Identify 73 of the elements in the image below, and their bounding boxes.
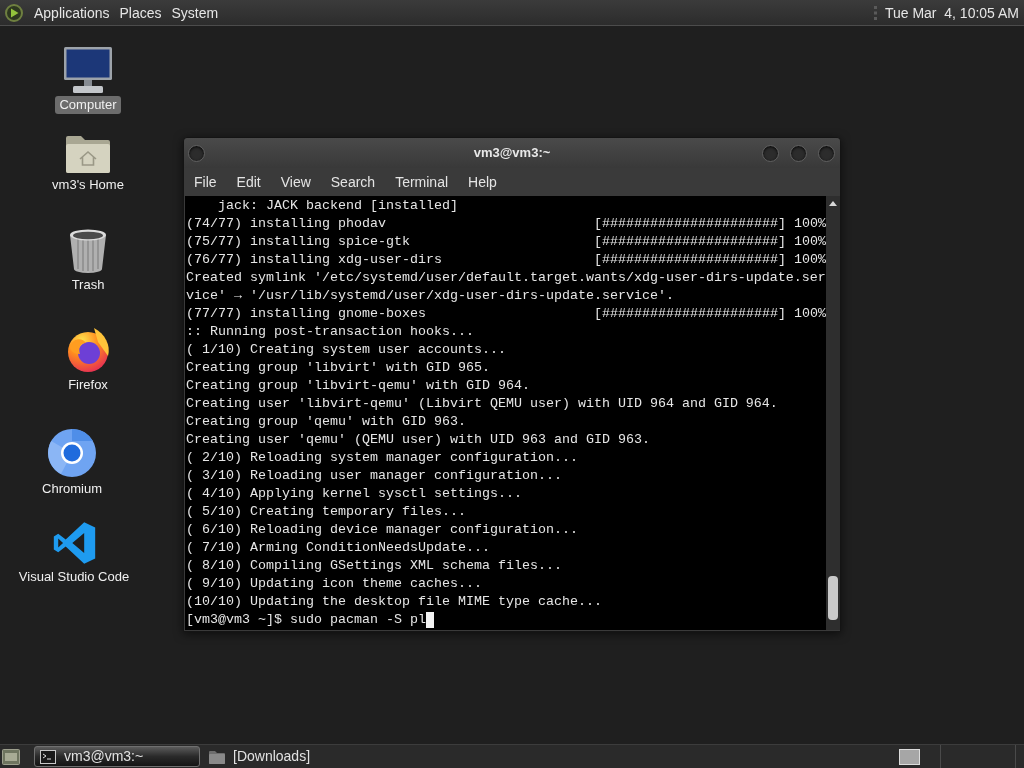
menu-item[interactable]: Edit — [226, 170, 271, 194]
menu-item[interactable]: Places — [114, 0, 167, 25]
terminal-line: ( 4/10) Applying kernel sysctl settings... — [186, 485, 523, 503]
terminal-line: :: Running post-transaction hooks... — [186, 323, 475, 341]
menu-item[interactable]: Help — [458, 170, 507, 194]
play-circle-icon[interactable] — [5, 3, 23, 22]
progress-text: [######################] — [594, 251, 786, 269]
terminal-line: ( 5/10) Creating temporary files... — [186, 503, 467, 521]
menu-item[interactable]: View — [270, 170, 321, 194]
grip-icon — [873, 4, 877, 21]
terminal-line: Creating user 'libvirt-qemu' (Libvirt QEMU user) with UID 964 and GID 964. — [186, 395, 779, 413]
maximize-button[interactable] — [790, 144, 807, 162]
workspace-switcher[interactable] — [899, 748, 920, 765]
menu-item[interactable]: Terminal — [385, 170, 459, 194]
desktop-icon-label[interactable]: Firefox — [64, 376, 112, 394]
window-menu-button[interactable] — [188, 144, 205, 162]
terminal-line: Creating group 'libvirt-qemu' with GID 964. — [186, 377, 531, 395]
vscode-icon[interactable] — [51, 521, 97, 565]
menu-item[interactable]: File — [184, 170, 227, 194]
desktop-icon-label[interactable]: Trash — [67, 276, 109, 294]
trash-bin-icon[interactable] — [69, 229, 107, 273]
terminal-line: Creating user 'qemu' (QEMU user) with UID 963 and GID 963. — [186, 431, 651, 449]
desktop-icon — [2, 748, 20, 765]
terminal-line: vice' → '/usr/lib/systemd/user/xdg-user-dirs-update.service'. — [186, 287, 675, 305]
chromium-icon[interactable] — [48, 429, 96, 477]
percent-text: 100% — [793, 251, 826, 269]
terminal-line: Creating group 'qemu' with GID 963. — [186, 413, 467, 431]
folder-icon — [209, 749, 225, 764]
minimize-button[interactable] — [762, 144, 779, 162]
cursor-icon — [425, 612, 434, 628]
terminal-line: (76/77) installing xdg-user-dirs — [186, 251, 443, 269]
home-folder-icon[interactable] — [66, 135, 110, 173]
show-desktop-button[interactable] — [2, 747, 20, 766]
percent-text: 100% — [793, 215, 826, 233]
terminal-line: ( 3/10) Reloading user manager configuration... — [186, 467, 563, 485]
desktop-icon-label[interactable]: Computer — [55, 96, 121, 114]
progress-text: [######################] — [594, 305, 786, 323]
scroll-up-arrow-icon[interactable] — [829, 201, 837, 206]
taskbar-button[interactable]: [Downloads] — [203, 746, 331, 767]
terminal-line: (75/77) installing spice-gtk — [186, 233, 411, 251]
terminal-line: ( 2/10) Reloading system manager configuration... — [186, 449, 579, 467]
terminal-line: ( 8/10) Compiling GSettings XML schema files... — [186, 557, 563, 575]
terminal-line: (10/10) Updating the desktop file MIME type cache... — [186, 593, 603, 611]
title-bar[interactable]: vm3@vm3:~ — [184, 138, 840, 168]
close-button[interactable] — [818, 144, 835, 162]
firefox-icon[interactable] — [65, 327, 111, 373]
desktop-icon-label[interactable]: Visual Studio Code — [14, 568, 134, 586]
terminal-line: jack: JACK backend [installed] — [217, 197, 459, 215]
monitor-icon[interactable] — [64, 47, 112, 93]
clock[interactable]: Tue Mar 4, 10:05 AM — [883, 0, 1020, 25]
menu-item[interactable]: Search — [320, 170, 386, 194]
terminal-line: Created symlink '/etc/systemd/user/default.target.wants/xdg-user-dirs-update.ser — [186, 269, 826, 287]
progress-text: [######################] — [594, 215, 786, 233]
terminal-line: (77/77) installing gnome-boxes — [186, 305, 427, 323]
desktop-icon-label[interactable]: Chromium — [38, 480, 106, 498]
terminal-icon — [40, 749, 56, 764]
terminal-line: (74/77) installing phodav — [186, 215, 387, 233]
scrollbar-thumb[interactable] — [828, 576, 838, 620]
terminal-line: Creating group 'libvirt' with GID 965. — [186, 359, 491, 377]
terminal-line: ( 6/10) Reloading device manager configuration... — [186, 521, 579, 539]
command-prompt: [vm3@vm3 ~]$ sudo pacman -S pl — [186, 611, 426, 629]
window-title: vm3@vm3:~ — [473, 144, 551, 163]
terminal-line: ( 7/10) Arming ConditionNeedsUpdate... — [186, 539, 491, 557]
menu-item[interactable]: Applications — [29, 0, 115, 25]
menu-item[interactable]: System — [166, 0, 224, 25]
progress-text: [######################] — [594, 233, 786, 251]
taskbar-button[interactable]: vm3@vm3:~ — [34, 746, 200, 767]
terminal-line: ( 9/10) Updating icon theme caches... — [186, 575, 483, 593]
terminal-line: ( 1/10) Creating system user accounts... — [186, 341, 507, 359]
percent-text: 100% — [793, 305, 826, 323]
scrollbar[interactable] — [826, 196, 840, 630]
desktop-icon-label[interactable]: vm3's Home — [48, 176, 128, 194]
percent-text: 100% — [793, 233, 826, 251]
